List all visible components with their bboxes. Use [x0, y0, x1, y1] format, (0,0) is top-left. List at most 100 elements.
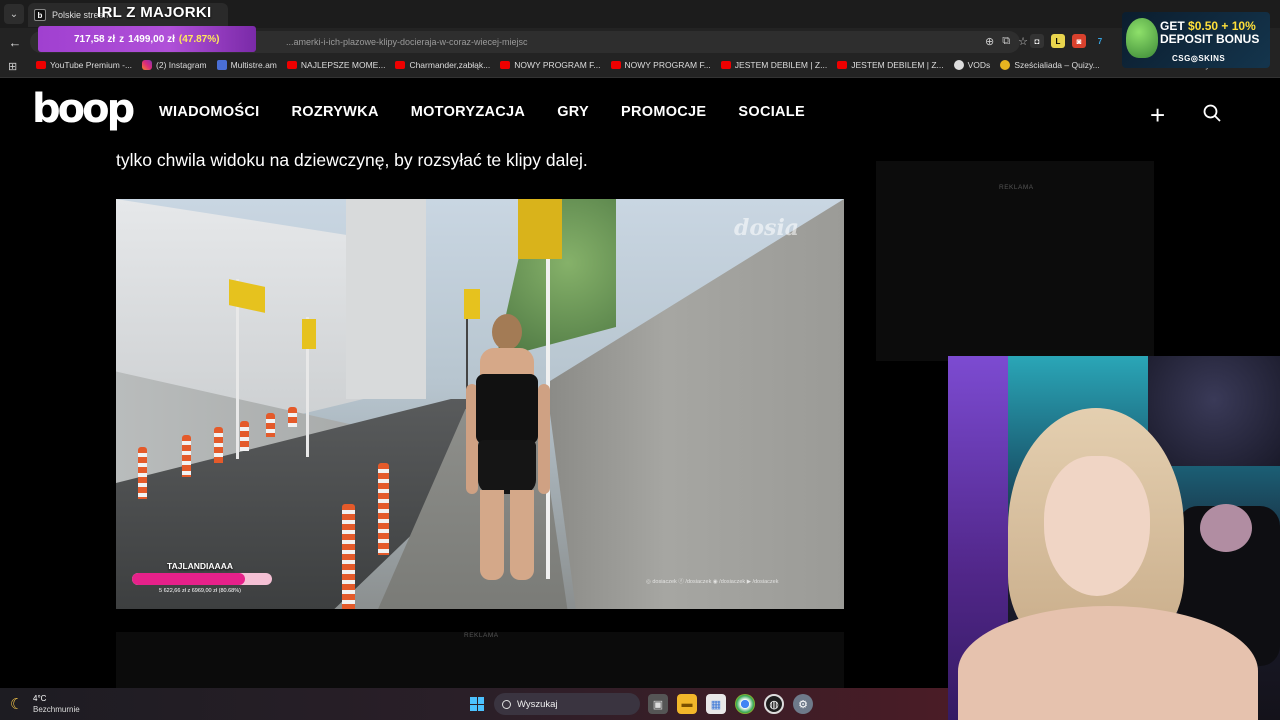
settings-icon[interactable]: ⚙ — [793, 694, 813, 714]
article-paragraph: tylko chwila widoku na dziewczynę, by ro… — [116, 150, 588, 170]
weather-description[interactable]: Bezchmurnie — [33, 705, 80, 714]
windows-start-icon[interactable] — [470, 697, 484, 711]
teddy-bear — [1200, 504, 1252, 552]
taskbar-search[interactable]: Wyszukaj — [494, 693, 640, 715]
search-icon — [502, 699, 511, 709]
nav-motoryzacja[interactable]: MOTORYZACJA — [411, 104, 525, 120]
moon-icon[interactable]: ☾ — [10, 695, 23, 713]
extension-7tv-icon[interactable]: 7 — [1093, 34, 1107, 48]
bookmarks-list: YouTube Premium -... (2) Instagram Multist… — [36, 60, 1100, 70]
donation-separator: z — [119, 33, 125, 45]
flag-icon — [302, 319, 316, 349]
instagram-icon — [142, 60, 153, 70]
bookmark-label: NAJLEPSZE MOME... — [300, 60, 386, 70]
nav-sociale[interactable]: SOCIALE — [738, 104, 805, 120]
bookmark-item[interactable]: Sześcialiada – Quizy... — [1000, 60, 1100, 70]
goal-progress-bar — [132, 573, 272, 585]
extensions-area: ◘ L ◙ 7 — [1030, 34, 1107, 48]
ad-accent: $0.50 + 10% — [1188, 19, 1256, 33]
ad-mascot-icon — [1126, 18, 1158, 58]
youtube-icon — [720, 61, 731, 69]
youtube-icon — [500, 61, 511, 69]
extension-red-icon[interactable]: ◙ — [1072, 34, 1086, 48]
streamer-face — [1044, 456, 1150, 596]
bookmark-item[interactable]: VODs — [953, 60, 991, 70]
ad-slot-bottom: REKLAMA — [116, 632, 844, 692]
stream-goal-widget: TAJLANDIAAAA 5 622,66 zł z 6969,00 zł (8… — [130, 561, 276, 601]
plus-icon[interactable]: + — [1150, 100, 1165, 131]
ad-slot-sidebar: REKLAMA — [876, 161, 1154, 361]
ad-brand: CSG◎SKINS — [1172, 54, 1226, 63]
youtube-icon — [36, 61, 46, 69]
zoom-icon[interactable]: ⊕ — [985, 35, 994, 48]
taskbar-apps: ▣ ▬ ▦ ◍ ⚙ — [648, 694, 813, 714]
goal-progress-fill — [132, 573, 245, 585]
apps-grid-icon[interactable]: ⊞ — [8, 60, 17, 73]
store-icon[interactable]: ▦ — [706, 694, 726, 714]
tab-search-chevron-icon[interactable]: ⌄ — [4, 4, 24, 24]
bookmark-item[interactable]: (2) Instagram — [142, 60, 207, 70]
url-text: ...amerki-i-ich-plazowe-klipy-docieraja-… — [286, 37, 528, 47]
install-app-icon[interactable]: ⧉ — [1002, 35, 1010, 48]
bookmark-item[interactable]: YouTube Premium -... — [36, 60, 132, 70]
youtube-icon — [837, 61, 848, 69]
task-view-icon[interactable]: ▣ — [648, 694, 668, 714]
bookmark-label: JESTEM DEBILEM | Z... — [734, 60, 828, 70]
obs-icon[interactable]: ◍ — [764, 694, 784, 714]
goal-label: TAJLANDIAAAA — [167, 561, 233, 571]
stream-overlay-title: IRL Z MAJORKI — [97, 4, 212, 21]
nav-gry[interactable]: GRY — [557, 104, 589, 120]
bookmark-star-icon[interactable]: ☆ — [1018, 35, 1028, 48]
donation-goal: 1499,00 zł — [128, 33, 175, 45]
video-watermark: dosia — [734, 215, 800, 241]
browser-tab-bar: ⌄ b Polskie stream IRL Z MAJORKI — [0, 0, 1280, 28]
goal-amount: 5 622,66 zł z 6969,00 zł (80.68%) — [159, 588, 241, 594]
ad-label: REKLAMA — [999, 184, 1034, 191]
bookmark-item[interactable]: NOWY PROGRAM F... — [500, 60, 601, 70]
bookmark-item[interactable]: NAJLEPSZE MOME... — [286, 60, 386, 70]
bookmark-item[interactable]: JESTEM DEBILEM | Z... — [837, 60, 944, 70]
streamer-webcam — [948, 356, 1280, 720]
file-explorer-icon[interactable]: ▬ — [677, 694, 697, 714]
multistream-icon — [216, 60, 227, 70]
youtube-icon — [395, 61, 406, 69]
globe-icon — [953, 60, 964, 70]
embedded-video[interactable]: dosia ◎ dosiaczek ⓕ /dosiaczek ◉ /dosiac… — [116, 199, 844, 609]
twitch-extension-icon[interactable]: ◘ — [1030, 34, 1044, 48]
bookmark-label: NOWY PROGRAM F... — [514, 60, 601, 70]
bookmark-item[interactable]: JESTEM DEBILEM | Z... — [720, 60, 828, 70]
ad-line-2: DEPOSIT BONUS — [1160, 32, 1260, 46]
person-walking — [456, 314, 556, 584]
bookmark-label: VODs — [967, 60, 991, 70]
nav-wiadomosci[interactable]: WIADOMOŚCI — [159, 104, 259, 120]
ad-label: REKLAMA — [464, 632, 499, 639]
casino-ad-banner[interactable]: GET $0.50 + 10% DEPOSIT BONUS CSG◎SKINS — [1122, 12, 1270, 68]
chrome-icon[interactable] — [735, 694, 755, 714]
bookmark-item[interactable]: Charmander,zabłąk... — [395, 60, 490, 70]
bookmark-label: NOWY PROGRAM F... — [624, 60, 711, 70]
site-header: boop WIADOMOŚCI ROZRYWKA MOTORYZACJA GRY… — [0, 80, 1280, 144]
bookmark-item[interactable]: NOWY PROGRAM F... — [610, 60, 711, 70]
boop-favicon-icon: b — [34, 9, 46, 21]
weather-temperature[interactable]: 4°C — [33, 694, 46, 703]
nav-rozrywka[interactable]: ROZRYWKA — [291, 104, 378, 120]
video-socials: ◎ dosiaczek ⓕ /dosiaczek ◉ /dosiaczek ▶ … — [646, 579, 779, 585]
donation-raised: 717,58 zł — [74, 33, 116, 45]
flag-icon — [518, 199, 562, 259]
bookmarks-bar: ⊞ YouTube Premium -... (2) Instagram Multi… — [0, 56, 1280, 78]
search-icon[interactable] — [1203, 104, 1221, 122]
nav-promocje[interactable]: PROMOCJE — [621, 104, 706, 120]
bookmark-label: Multistre.am — [230, 60, 277, 70]
youtube-icon — [610, 61, 621, 69]
donation-percent: (47.87%) — [178, 33, 220, 45]
back-arrow-icon[interactable]: ← — [6, 33, 24, 51]
bookmark-label: Charmander,zabłąk... — [409, 60, 491, 70]
youtube-icon — [286, 61, 297, 69]
quiz-icon — [1000, 60, 1011, 70]
site-logo[interactable]: boop — [32, 86, 135, 132]
site-nav: WIADOMOŚCI ROZRYWKA MOTORYZACJA GRY PROM… — [159, 104, 805, 120]
windows-taskbar: ☾ 4°C Bezchmurnie Wyszukaj ▣ ▬ ▦ ◍ ⚙ — [0, 688, 948, 720]
bookmark-item[interactable]: Multistre.am — [216, 60, 277, 70]
bookmark-label: JESTEM DEBILEM | Z... — [851, 60, 944, 70]
extension-l-icon[interactable]: L — [1051, 34, 1065, 48]
